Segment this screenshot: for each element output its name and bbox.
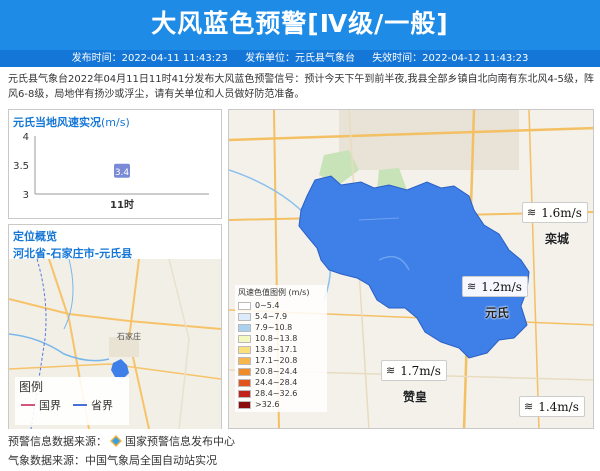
overview-minimap[interactable]: 石家庄 图例 国界 省界 xyxy=(9,259,221,429)
wind-legend-swatch xyxy=(238,400,251,409)
wind-legend-rows: 0~5.4 5.4~7.9 7.9~10.8 10.8~13.8 13.8~17.1 17… xyxy=(238,300,324,410)
wind-icon: ≋ xyxy=(524,400,534,413)
station-zanhuang[interactable]: ≋ 1.7m/s xyxy=(381,360,447,381)
wind-icon: ≋ xyxy=(467,280,477,293)
wind-legend-label: 17.1~20.8 xyxy=(255,356,298,365)
x-tick-label: 11时 xyxy=(110,198,134,211)
wind-legend-row: 5.4~7.9 xyxy=(238,311,324,322)
wind-legend-row: 13.8~17.1 xyxy=(238,344,324,355)
data-label: 3.4 xyxy=(115,168,130,178)
footer-weather: 气象数据来源：中国气象局全国自动站实况 xyxy=(8,452,217,468)
warning-meta-bar: 发布时间：2022-04-11 11:43:23 发布单位：元氏县气象台 失效时… xyxy=(0,50,600,67)
station-south[interactable]: ≋ 1.4m/s xyxy=(519,396,585,417)
map-legend: 图例 国界 省界 xyxy=(15,377,129,425)
wind-speed-chart: 3 3.5 4 3.4 11时 xyxy=(13,132,209,211)
issuer: 发布单位：元氏县气象台 xyxy=(245,53,355,64)
weather-label: 气象数据来源： xyxy=(8,454,85,467)
national-border-label: 国界 xyxy=(39,399,61,412)
wind-legend-row: 7.9~10.8 xyxy=(238,322,324,333)
wind-panel-title-text: 元氏当地风速实况 xyxy=(13,116,101,129)
map-legend-title: 图例 xyxy=(19,380,44,394)
station-value: 1.2m/s xyxy=(481,279,522,294)
wind-legend-label: 13.8~17.1 xyxy=(255,345,298,354)
wind-legend-swatch xyxy=(238,389,251,398)
wind-legend-label: 28.4~32.6 xyxy=(255,389,298,398)
wind-icon: ≋ xyxy=(527,206,537,219)
source-label: 预警信息数据来源： xyxy=(8,435,107,448)
warning-area-map[interactable]: 风速色值图例 (m/s) 0~5.4 5.4~7.9 7.9~10.8 10.8~13… xyxy=(228,109,594,429)
cma-logo-icon xyxy=(110,435,122,447)
wind-legend-swatch xyxy=(238,378,251,387)
wind-legend-label: 5.4~7.9 xyxy=(255,312,288,321)
wind-legend-swatch xyxy=(238,301,251,310)
wind-legend-row: >32.6 xyxy=(238,399,324,410)
expire-time: 失效时间：2022-04-12 11:43:23 xyxy=(372,53,529,64)
national-border-swatch xyxy=(21,404,35,406)
wind-legend-label: 20.8~24.4 xyxy=(255,367,298,376)
station-value: 1.7m/s xyxy=(400,363,441,378)
wind-legend-swatch xyxy=(238,334,251,343)
minimap-city-label: 石家庄 xyxy=(117,331,141,341)
wind-legend-label: 10.8~13.8 xyxy=(255,334,298,343)
wind-speed-panel: 元氏当地风速实况(m/s) 3 3.5 4 3.4 11时 xyxy=(8,109,222,219)
station-value: 1.4m/s xyxy=(538,399,579,414)
provincial-border-label: 省界 xyxy=(91,399,113,412)
wind-legend-swatch xyxy=(238,367,251,376)
location-title: 定位概览 xyxy=(13,230,57,243)
y-tick-label: 3.5 xyxy=(13,161,29,172)
wind-legend-label: 24.4~28.4 xyxy=(255,378,298,387)
city-label-zanhuang: 赞皇 xyxy=(403,390,428,404)
wind-legend-row: 0~5.4 xyxy=(238,300,324,311)
warning-description: 元氏县气象台2022年04月11日11时41分发布大风蓝色预警信号：预计今天下午… xyxy=(8,74,594,100)
wind-legend-row: 20.8~24.4 xyxy=(238,366,324,377)
wind-legend-swatch xyxy=(238,356,251,365)
station-luancheng[interactable]: ≋ 1.6m/s xyxy=(522,202,588,223)
wind-legend-row: 28.4~32.6 xyxy=(238,388,324,399)
wind-legend-row: 24.4~28.4 xyxy=(238,377,324,388)
provincial-border-swatch xyxy=(73,404,87,406)
wind-legend-label: >32.6 xyxy=(255,400,280,409)
station-value: 1.6m/s xyxy=(541,205,582,220)
wind-legend-label: 0~5.4 xyxy=(255,301,280,310)
location-panel: 定位概览 河北省-石家庄市-元氏县 石家庄 图例 国界 省界 xyxy=(8,224,222,429)
wind-legend-title: 风速色值图例 (m/s) xyxy=(238,288,310,297)
wind-legend-swatch xyxy=(238,312,251,321)
city-label-luancheng: 栾城 xyxy=(545,232,570,246)
wind-icon: ≋ xyxy=(386,364,396,377)
warning-header: 大风蓝色预警[Ⅳ级/一般] xyxy=(0,0,600,50)
warning-title: 大风蓝色预警[Ⅳ级/一般] xyxy=(151,9,449,38)
wind-legend-swatch xyxy=(238,345,251,354)
footer-source: 预警信息数据来源： 国家预警信息发布中心 xyxy=(8,433,235,449)
wind-panel-title: 元氏当地风速实况(m/s) xyxy=(9,110,221,130)
wind-legend-row: 10.8~13.8 xyxy=(238,333,324,344)
wind-legend-row: 17.1~20.8 xyxy=(238,355,324,366)
y-tick-label: 3 xyxy=(23,190,29,201)
y-tick-label: 4 xyxy=(23,132,29,143)
wind-legend-label: 7.9~10.8 xyxy=(255,323,293,332)
wind-panel-unit: (m/s) xyxy=(101,116,130,129)
wind-color-legend: 风速色值图例 (m/s) 0~5.4 5.4~7.9 7.9~10.8 10.8~13… xyxy=(235,285,327,412)
station-yuanshi[interactable]: ≋ 1.2m/s xyxy=(462,276,528,297)
issue-time: 发布时间：2022-04-11 11:43:23 xyxy=(71,53,228,64)
wind-legend-swatch xyxy=(238,323,251,332)
map-legend-row: 国界 省界 xyxy=(15,395,129,413)
weather-value: 中国气象局全国自动站实况 xyxy=(85,454,217,467)
source-value: 国家预警信息发布中心 xyxy=(125,435,235,448)
city-label-yuanshi: 元氏 xyxy=(485,306,510,320)
